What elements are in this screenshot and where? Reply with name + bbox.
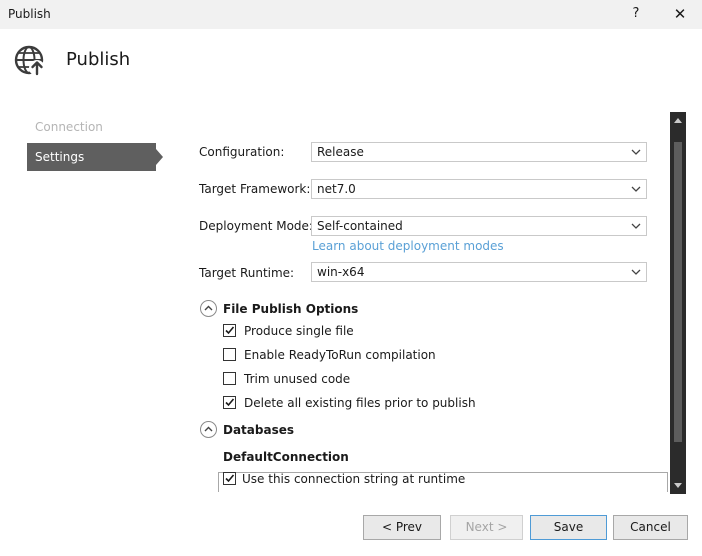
use-connection-runtime-label: Use this connection string at runtime: [242, 472, 466, 486]
scroll-down-icon[interactable]: [673, 482, 683, 490]
chevron-up-icon: [204, 305, 213, 311]
checkmark-icon: [225, 398, 235, 407]
scrollbar-thumb[interactable]: [674, 142, 682, 442]
vertical-scrollbar[interactable]: [670, 112, 686, 494]
trim-unused-code-label: Trim unused code: [244, 372, 351, 386]
configuration-label: Configuration:: [199, 145, 285, 159]
window-title: Publish: [8, 7, 51, 21]
trim-unused-code-checkbox[interactable]: [223, 372, 236, 385]
deployment-mode-label: Deployment Mode:: [199, 219, 313, 233]
target-runtime-label: Target Runtime:: [199, 266, 295, 280]
default-connection-title: DefaultConnection: [223, 450, 349, 464]
target-runtime-value: win-x64: [317, 265, 365, 279]
collapse-file-publish-button[interactable]: [200, 300, 217, 317]
configuration-value: Release: [317, 145, 364, 159]
configuration-select[interactable]: Release: [311, 142, 647, 162]
delete-existing-files-label: Delete all existing files prior to publi…: [244, 396, 476, 410]
title-bar: Publish ? ✕: [0, 0, 702, 29]
ready-to-run-checkbox[interactable]: [223, 348, 236, 361]
nav-item-connection[interactable]: Connection: [35, 120, 103, 134]
target-runtime-select[interactable]: win-x64: [311, 262, 647, 282]
save-button[interactable]: Save: [530, 515, 607, 540]
page-title: Publish: [66, 49, 131, 70]
prev-button[interactable]: < Prev: [363, 515, 441, 540]
delete-existing-files-checkbox[interactable]: [223, 396, 236, 409]
deployment-mode-value: Self-contained: [317, 219, 403, 233]
chevron-down-icon: [631, 269, 641, 275]
use-connection-runtime-checkbox[interactable]: [223, 472, 236, 485]
collapse-databases-button[interactable]: [200, 421, 217, 438]
scroll-up-icon[interactable]: [673, 116, 683, 124]
chevron-down-icon: [631, 186, 641, 192]
help-button[interactable]: ?: [627, 4, 645, 24]
chevron-down-icon: [631, 149, 641, 155]
chevron-up-icon: [204, 426, 213, 432]
next-button[interactable]: Next >: [450, 515, 523, 540]
chevron-down-icon: [631, 223, 641, 229]
checkmark-icon: [225, 326, 235, 335]
nav-item-settings-label: Settings: [35, 150, 85, 164]
deployment-mode-select[interactable]: Self-contained: [311, 216, 647, 236]
globe-publish-icon: [13, 43, 47, 77]
produce-single-file-checkbox[interactable]: [223, 324, 236, 337]
nav-item-settings[interactable]: Settings: [27, 143, 163, 171]
databases-title: Databases: [223, 423, 295, 437]
target-framework-value: net7.0: [317, 182, 356, 196]
produce-single-file-label: Produce single file: [244, 324, 354, 338]
ready-to-run-label: Enable ReadyToRun compilation: [244, 348, 436, 362]
file-publish-options-title: File Publish Options: [223, 302, 359, 316]
target-framework-label: Target Framework:: [199, 182, 311, 196]
target-framework-select[interactable]: net7.0: [311, 179, 647, 199]
deployment-modes-link[interactable]: Learn about deployment modes: [312, 239, 504, 253]
close-button[interactable]: ✕: [670, 4, 690, 24]
selected-arrow-icon: [156, 149, 163, 165]
cancel-button[interactable]: Cancel: [613, 515, 688, 540]
checkmark-icon: [225, 474, 235, 483]
